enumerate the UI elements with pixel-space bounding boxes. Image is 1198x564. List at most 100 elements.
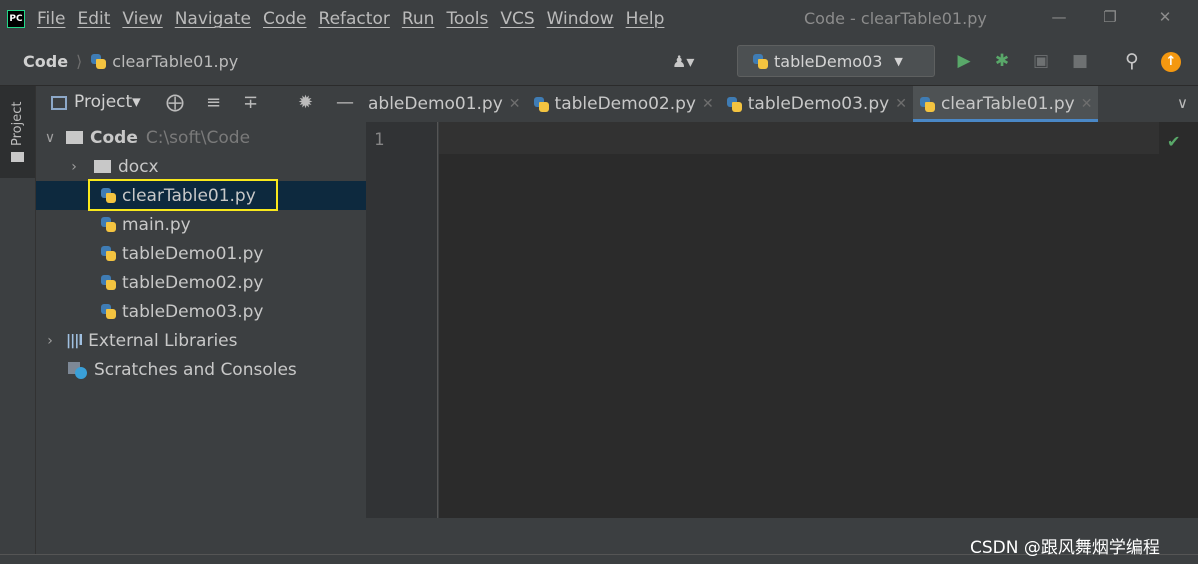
stop-icon[interactable]: ■	[1069, 50, 1091, 72]
menu-window[interactable]: Window	[547, 9, 614, 29]
project-tool-button[interactable]: Project	[0, 86, 35, 178]
python-file-icon	[100, 303, 117, 320]
tree-external-libraries[interactable]: › |||l External Libraries	[36, 326, 366, 355]
menu-tools[interactable]: Tools	[446, 9, 488, 29]
gear-icon[interactable]: ✹	[298, 92, 313, 113]
project-stripe-label: Project	[10, 101, 25, 146]
csdn-watermark: CSDN @跟风舞烟学编程	[970, 538, 1160, 558]
error-stripe	[1159, 122, 1198, 518]
external-libraries-label: External Libraries	[88, 330, 238, 351]
code-editor[interactable]	[439, 122, 1159, 518]
scratches-label: Scratches and Consoles	[94, 359, 297, 380]
tab-label: tableDemo03.py	[747, 94, 890, 114]
close-tab-icon[interactable]: ✕	[1081, 96, 1093, 112]
tool-window-stripe: Project	[0, 86, 36, 564]
python-file-icon	[100, 245, 117, 262]
run-config-label: tableDemo03	[774, 51, 883, 71]
chevron-down-icon[interactable]: ∨	[42, 130, 58, 146]
project-panel: Project▾ ⨁ ≡ ∓ ✹ — ∨ Code C:\soft\Code ›…	[36, 86, 366, 554]
run-configuration-select[interactable]: tableDemo03 ▼	[737, 45, 935, 77]
tab-cleartable01[interactable]: clearTable01.py ✕	[912, 86, 1099, 122]
no-problems-check-icon: ✔	[1167, 132, 1181, 151]
tree-file-tabledemo03[interactable]: tableDemo03.py	[36, 297, 366, 326]
menu-help[interactable]: Help	[626, 9, 665, 29]
menu-run[interactable]: Run	[402, 9, 435, 29]
tab-label: tableDemo02.py	[554, 94, 696, 114]
python-config-icon	[752, 53, 769, 70]
collapse-all-icon[interactable]: ∓	[243, 92, 258, 113]
root-name: Code	[90, 127, 138, 148]
menu-file[interactable]: File	[37, 9, 65, 29]
file-label: tableDemo01.py	[122, 243, 264, 264]
editor-tabs: ableDemo01.py ✕ tableDemo02.py ✕ tableDe…	[366, 86, 1198, 122]
python-file-icon	[90, 53, 107, 70]
menu-edit[interactable]: Edit	[77, 9, 110, 29]
python-file-icon	[100, 216, 117, 233]
minimize-icon[interactable]: —	[1044, 4, 1074, 30]
main-menu: File Edit View Navigate Code Refactor Ru…	[37, 9, 676, 29]
close-tab-icon[interactable]: ✕	[509, 96, 521, 112]
annotation-highlight-box	[88, 179, 278, 211]
python-file-icon	[726, 96, 743, 113]
scratches-icon	[68, 361, 88, 379]
project-view-icon	[51, 96, 67, 110]
tree-file-tabledemo02[interactable]: tableDemo02.py	[36, 268, 366, 297]
coverage-icon[interactable]: ▣	[1030, 50, 1052, 72]
tab-tabledemo02[interactable]: tableDemo02.py ✕	[527, 86, 720, 122]
line-number-gutter: 1	[366, 122, 438, 518]
menu-bar: PC File Edit View Navigate Code Refactor…	[0, 0, 1198, 38]
project-panel-header: Project▾ ⨁ ≡ ∓ ✹ —	[36, 86, 366, 122]
update-icon[interactable]: ↑	[1161, 52, 1181, 72]
pycharm-logo-icon: PC	[7, 10, 25, 28]
python-file-icon	[533, 96, 550, 113]
menu-view[interactable]: View	[122, 9, 162, 29]
locate-icon[interactable]: ⨁	[166, 92, 184, 113]
close-tab-icon[interactable]: ✕	[702, 96, 714, 112]
python-file-icon	[919, 96, 936, 113]
tree-folder-docx[interactable]: › docx	[36, 152, 366, 181]
chevron-down-icon: ▼	[894, 54, 903, 68]
tab-tabledemo01[interactable]: ableDemo01.py ✕	[366, 86, 527, 122]
menu-refactor[interactable]: Refactor	[319, 9, 390, 29]
breadcrumb-separator-icon: ⟩	[76, 52, 83, 71]
debug-icon[interactable]: ✱	[991, 50, 1013, 72]
run-icon[interactable]: ▶	[953, 50, 975, 72]
breadcrumb-root[interactable]: Code	[23, 52, 68, 71]
tree-file-tabledemo01[interactable]: tableDemo01.py	[36, 239, 366, 268]
tree-file-main[interactable]: main.py	[36, 210, 366, 239]
tabs-dropdown-icon[interactable]: ∨	[1177, 94, 1188, 112]
file-label: tableDemo03.py	[122, 301, 264, 322]
window-title: Code - clearTable01.py	[804, 9, 987, 28]
navigation-bar: Code ⟩ clearTable01.py	[0, 38, 1198, 86]
tab-label: clearTable01.py	[940, 94, 1075, 114]
tree-root-code[interactable]: ∨ Code C:\soft\Code	[36, 123, 366, 152]
close-tab-icon[interactable]: ✕	[895, 96, 907, 112]
library-icon: |||l	[66, 332, 83, 349]
search-icon[interactable]: ⚲	[1121, 50, 1143, 72]
menu-vcs[interactable]: VCS	[500, 9, 534, 29]
hide-panel-icon[interactable]: —	[336, 92, 354, 113]
chevron-right-icon[interactable]: ›	[42, 333, 58, 349]
file-label: tableDemo02.py	[122, 272, 264, 293]
folder-icon	[94, 160, 111, 173]
folder-label: docx	[118, 156, 159, 177]
root-path: C:\soft\Code	[145, 127, 251, 148]
python-file-icon	[100, 274, 117, 291]
vcs-user-icon[interactable]: ♟▾	[672, 52, 694, 71]
file-label: main.py	[122, 214, 191, 235]
tab-tabledemo03[interactable]: tableDemo03.py ✕	[720, 86, 913, 122]
menu-navigate[interactable]: Navigate	[175, 9, 251, 29]
chevron-right-icon[interactable]: ›	[66, 159, 82, 175]
restore-icon[interactable]: ❐	[1095, 4, 1125, 30]
line-number: 1	[374, 130, 385, 150]
folder-icon	[66, 131, 83, 144]
project-title: Project	[74, 92, 133, 112]
breadcrumb-file[interactable]: clearTable01.py	[90, 52, 238, 71]
expand-all-icon[interactable]: ≡	[206, 92, 221, 113]
menu-code[interactable]: Code	[263, 9, 307, 29]
close-icon[interactable]: ✕	[1150, 4, 1180, 30]
current-line-highlight	[439, 122, 1159, 154]
folder-icon	[11, 152, 24, 162]
project-view-select[interactable]: Project▾	[74, 92, 141, 112]
tree-scratches[interactable]: Scratches and Consoles	[36, 355, 366, 384]
